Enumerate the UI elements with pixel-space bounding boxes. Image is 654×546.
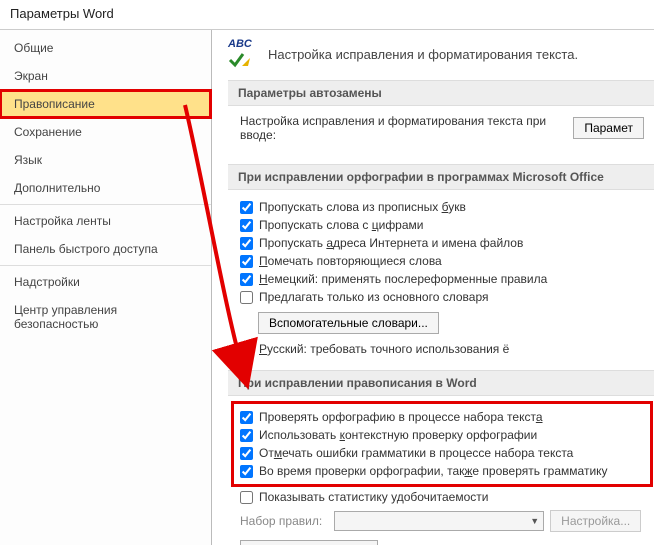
- sidebar-item-2[interactable]: Правописание: [0, 90, 211, 118]
- office-check-2-checkbox[interactable]: [240, 237, 253, 250]
- word-check-1: Использовать контекстную проверку орфогр…: [240, 426, 644, 444]
- sidebar: ОбщиеЭкранПравописаниеСохранениеЯзыкДопо…: [0, 30, 212, 545]
- sidebar-item-1[interactable]: Экран: [0, 62, 211, 90]
- office-check-3-checkbox[interactable]: [240, 255, 253, 268]
- main-panel: ABC Настройка исправления и форматирован…: [212, 30, 654, 545]
- word-check-3-label[interactable]: Во время проверки орфографии, также пров…: [259, 464, 608, 478]
- word-check-0-checkbox[interactable]: [240, 411, 253, 424]
- section-word-spell-title: При исправлении правописания в Word: [228, 370, 654, 396]
- autocorrect-line: Настройка исправления и форматирования т…: [240, 114, 565, 142]
- office-check-4: Немецкий: применять послереформенные пра…: [240, 270, 644, 288]
- autocorrect-params-button[interactable]: Парамет: [573, 117, 644, 139]
- office-check-5-label[interactable]: Предлагать только из основного словаря: [259, 290, 489, 304]
- word-check-readability: Показывать статистику удобочитаемости: [240, 488, 644, 506]
- check-document-button[interactable]: Проверка документа: [240, 540, 378, 545]
- office-check-1-checkbox[interactable]: [240, 219, 253, 232]
- section-office-spell-title: При исправлении орфографии в программах …: [228, 164, 654, 190]
- word-check-3: Во время проверки орфографии, также пров…: [240, 462, 644, 480]
- sidebar-item-4[interactable]: Язык: [0, 146, 211, 174]
- office-check-0: Пропускать слова из прописных букв: [240, 198, 644, 216]
- office-check-4-label[interactable]: Немецкий: применять послереформенные пра…: [259, 272, 547, 286]
- office-check-2-label[interactable]: Пропускать адреса Интернета и имена файл…: [259, 236, 523, 250]
- window-title: Параметры Word: [0, 0, 654, 29]
- office-check-1-label[interactable]: Пропускать слова с цифрами: [259, 218, 424, 232]
- word-check-readability-checkbox[interactable]: [240, 491, 253, 504]
- office-check-russian-yo-label[interactable]: Русский: требовать точного использования…: [259, 342, 509, 356]
- sidebar-item-3[interactable]: Сохранение: [0, 118, 211, 146]
- sidebar-item-5[interactable]: Дополнительно: [0, 174, 211, 202]
- sidebar-item-0[interactable]: Общие: [0, 34, 211, 62]
- sidebar-item-7[interactable]: Панель быстрого доступа: [0, 235, 211, 263]
- office-check-4-checkbox[interactable]: [240, 273, 253, 286]
- ruleset-select[interactable]: ▼: [334, 511, 544, 531]
- abc-check-icon: ABC: [228, 40, 256, 68]
- word-check-0-label[interactable]: Проверять орфографию в процессе набора т…: [259, 410, 543, 424]
- word-spell-highlight: Проверять орфографию в процессе набора т…: [234, 404, 650, 484]
- header-row: ABC Настройка исправления и форматирован…: [228, 40, 654, 68]
- sidebar-separator: [0, 265, 211, 266]
- sidebar-separator: [0, 204, 211, 205]
- sidebar-item-9[interactable]: Центр управления безопасностью: [0, 296, 211, 338]
- ruleset-settings-button[interactable]: Настройка...: [550, 510, 641, 532]
- ruleset-label: Набор правил:: [240, 514, 322, 528]
- word-check-readability-label[interactable]: Показывать статистику удобочитаемости: [259, 490, 488, 504]
- office-check-3: Помечать повторяющиеся слова: [240, 252, 644, 270]
- office-check-5-checkbox[interactable]: [240, 291, 253, 304]
- word-check-2: Отмечать ошибки грамматики в процессе на…: [240, 444, 644, 462]
- word-check-1-label[interactable]: Использовать контекстную проверку орфогр…: [259, 428, 537, 442]
- office-check-5: Предлагать только из основного словаря: [240, 288, 644, 306]
- office-check-0-checkbox[interactable]: [240, 201, 253, 214]
- office-check-2: Пропускать адреса Интернета и имена файл…: [240, 234, 644, 252]
- word-check-0: Проверять орфографию в процессе набора т…: [240, 408, 644, 426]
- content-container: ОбщиеЭкранПравописаниеСохранениеЯзыкДопо…: [0, 29, 654, 545]
- section-autocorrect-title: Параметры автозамены: [228, 80, 654, 106]
- word-check-2-checkbox[interactable]: [240, 447, 253, 460]
- word-check-3-checkbox[interactable]: [240, 465, 253, 478]
- office-check-1: Пропускать слова с цифрами: [240, 216, 644, 234]
- sidebar-item-8[interactable]: Надстройки: [0, 268, 211, 296]
- office-check-3-label[interactable]: Помечать повторяющиеся слова: [259, 254, 442, 268]
- sidebar-item-6[interactable]: Настройка ленты: [0, 207, 211, 235]
- word-check-1-checkbox[interactable]: [240, 429, 253, 442]
- word-check-2-label[interactable]: Отмечать ошибки грамматики в процессе на…: [259, 446, 573, 460]
- header-text: Настройка исправления и форматирования т…: [268, 47, 578, 62]
- office-check-russian-yo: Русский: требовать точного использования…: [240, 340, 644, 358]
- aux-dictionaries-button[interactable]: Вспомогательные словари...: [258, 312, 439, 334]
- office-check-russian-yo-checkbox[interactable]: [240, 343, 253, 356]
- office-check-0-label[interactable]: Пропускать слова из прописных букв: [259, 200, 466, 214]
